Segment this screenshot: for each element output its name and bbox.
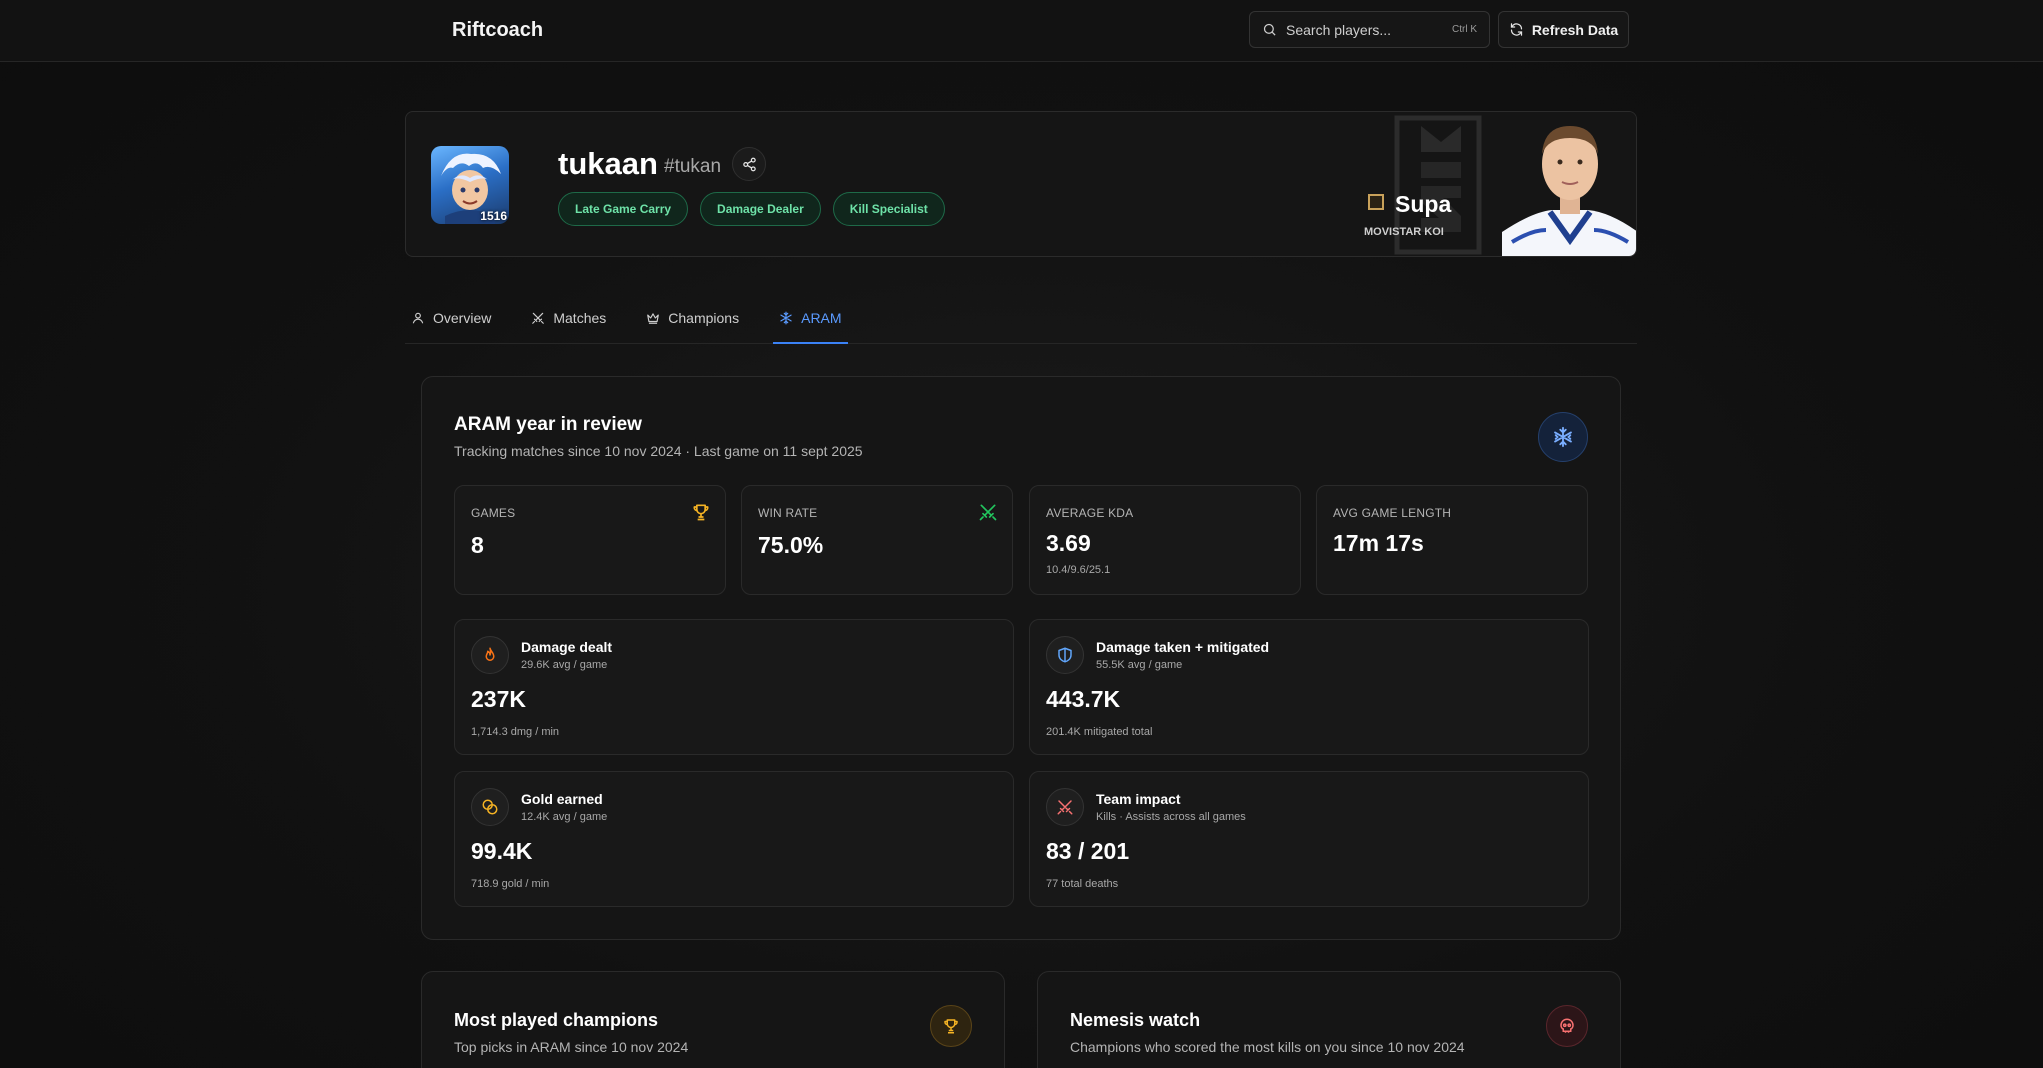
tab-aram-label: ARAM — [801, 309, 842, 326]
tab-overview-label: Overview — [433, 309, 492, 326]
crown-icon — [647, 312, 660, 324]
snowflake-icon — [1554, 426, 1572, 448]
card-team-impact-value: 83 / 201 — [1046, 838, 1130, 864]
stat-average-kda: AVERAGE KDA 3.69 10.4/9.6/25.1 — [1029, 485, 1301, 595]
stat-avg-game-length-value: 17m 17s — [1333, 530, 1424, 556]
avatar: 1516 — [431, 146, 509, 224]
stat-win-rate-label: WIN RATE — [758, 506, 818, 520]
stat-win-rate-value: 75.0% — [758, 532, 824, 558]
tab-overview[interactable]: Overview — [405, 292, 497, 343]
badge-damage-dealer: Damage Dealer — [700, 192, 821, 226]
damage-icon-wrap — [471, 636, 509, 674]
card-team-impact: Team impact Kills · Assists across all g… — [1029, 771, 1589, 907]
swords-icon — [532, 312, 545, 324]
aram-review-panel: ARAM year in review Tracking matches sin… — [421, 376, 1621, 940]
refresh-icon — [1510, 23, 1522, 36]
aram-badge — [1538, 412, 1588, 462]
stat-games-value: 8 — [471, 532, 484, 558]
tab-matches-label: Matches — [553, 309, 607, 326]
share-button[interactable] — [732, 147, 766, 181]
nemesis-subtitle: Champions who scored the most kills on y… — [1070, 1039, 1465, 1055]
stat-average-kda-label: AVERAGE KDA — [1046, 506, 1134, 520]
card-gold-earned: Gold earned 12.4K avg / game 99.4K 718.9… — [454, 771, 1014, 907]
card-damage-taken-subtitle: 55.5K avg / game — [1096, 659, 1183, 671]
badge-late-game-carry: Late Game Carry — [558, 192, 689, 226]
trophy-icon — [944, 1019, 958, 1034]
tab-champions-label: Champions — [668, 309, 740, 326]
snowflake-icon — [780, 311, 792, 324]
stat-win-rate: WIN RATE 75.0% — [741, 485, 1013, 595]
top-bar: Riftcoach Search players... Ctrl K Refre… — [0, 0, 2043, 62]
nemesis-watch-card: Nemesis watch Champions who scored the m… — [1037, 971, 1621, 1068]
most-played-champions-card: Most played champions Top picks in ARAM … — [421, 971, 1005, 1068]
card-damage-dealt-value: 237K — [471, 686, 526, 712]
refresh-data-button[interactable]: Refresh Data — [1498, 11, 1629, 48]
card-gold-earned-value: 99.4K — [471, 838, 533, 864]
most-played-subtitle: Top picks in ARAM since 10 nov 2024 — [454, 1039, 689, 1055]
tab-matches[interactable]: Matches — [525, 292, 612, 343]
shield-icon-wrap — [1046, 636, 1084, 674]
most-played-badge — [930, 1005, 972, 1047]
aram-review-subtitle: Tracking matches since 10 nov 2024 · Las… — [454, 443, 863, 459]
swords-icon — [1057, 800, 1073, 815]
stat-avg-game-length-label: AVG GAME LENGTH — [1333, 506, 1452, 520]
aram-review-title: ARAM year in review — [454, 414, 642, 435]
flame-icon — [485, 647, 495, 661]
share-icon — [742, 157, 756, 171]
card-team-impact-subtitle: Kills · Assists across all games — [1096, 811, 1246, 823]
trophy-icon — [693, 504, 709, 521]
card-damage-dealt-footer: 1,714.3 dmg / min — [471, 726, 560, 738]
gold-icon-wrap — [471, 788, 509, 826]
search-placeholder: Search players... — [1286, 21, 1392, 38]
card-damage-dealt: Damage dealt 29.6K avg / game 237K 1,714… — [454, 619, 1014, 755]
stat-average-kda-value: 3.69 — [1046, 530, 1091, 556]
nemesis-badge — [1546, 1005, 1588, 1047]
tab-champions[interactable]: Champions — [640, 292, 745, 343]
swords-icon — [979, 504, 997, 521]
pro-player-photo — [1502, 112, 1636, 256]
profile-tabs: Overview Matches Champions ARAM — [405, 292, 1637, 344]
card-damage-taken-title: Damage taken + mitigated — [1096, 639, 1270, 655]
card-damage-taken: Damage taken + mitigated 55.5K avg / gam… — [1029, 619, 1589, 755]
card-gold-earned-title: Gold earned — [521, 791, 603, 807]
coins-icon — [482, 799, 498, 815]
refresh-data-label: Refresh Data — [1531, 21, 1619, 38]
nemesis-title: Nemesis watch — [1070, 1010, 1201, 1030]
card-gold-earned-subtitle: 12.4K avg / game — [521, 811, 608, 823]
most-played-title: Most played champions — [454, 1010, 659, 1030]
skull-icon — [1560, 1018, 1574, 1033]
shield-icon — [1058, 647, 1072, 663]
impact-icon-wrap — [1046, 788, 1084, 826]
playstyle-badges: Late Game Carry Damage Dealer Kill Speci… — [558, 192, 945, 226]
player-tag: #tukan — [664, 156, 722, 177]
profile-card: 1516 tukaan #tukan Late Game Carry Damag… — [405, 111, 1637, 257]
card-damage-taken-footer: 201.4K mitigated total — [1046, 726, 1153, 738]
search-input[interactable]: Search players... Ctrl K — [1249, 11, 1490, 48]
card-gold-earned-footer: 718.9 gold / min — [471, 878, 550, 890]
player-name: tukaan — [558, 146, 658, 181]
search-shortcut: Ctrl K — [1452, 24, 1477, 35]
pro-team-name: MOVISTAR KOI — [1364, 226, 1444, 238]
card-damage-taken-value: 443.7K — [1046, 686, 1121, 712]
tab-aram[interactable]: ARAM — [773, 292, 849, 344]
badge-kill-specialist: Kill Specialist — [832, 192, 945, 226]
card-team-impact-footer: 77 total deaths — [1046, 878, 1119, 890]
stat-games-label: GAMES — [471, 506, 516, 520]
summoner-level: 1516 — [480, 209, 507, 223]
pro-team-icon — [1368, 194, 1384, 210]
app-logo[interactable]: Riftcoach — [452, 19, 543, 42]
stat-games: GAMES 8 — [454, 485, 726, 595]
card-team-impact-title: Team impact — [1096, 791, 1181, 807]
stat-average-kda-breakdown: 10.4/9.6/25.1 — [1046, 564, 1111, 576]
user-icon — [412, 312, 424, 323]
card-damage-dealt-title: Damage dealt — [521, 639, 613, 655]
search-icon — [1263, 23, 1276, 36]
pro-player-name: Supa — [1395, 191, 1452, 217]
stat-avg-game-length: AVG GAME LENGTH 17m 17s — [1316, 485, 1588, 595]
card-damage-dealt-subtitle: 29.6K avg / game — [521, 659, 608, 671]
